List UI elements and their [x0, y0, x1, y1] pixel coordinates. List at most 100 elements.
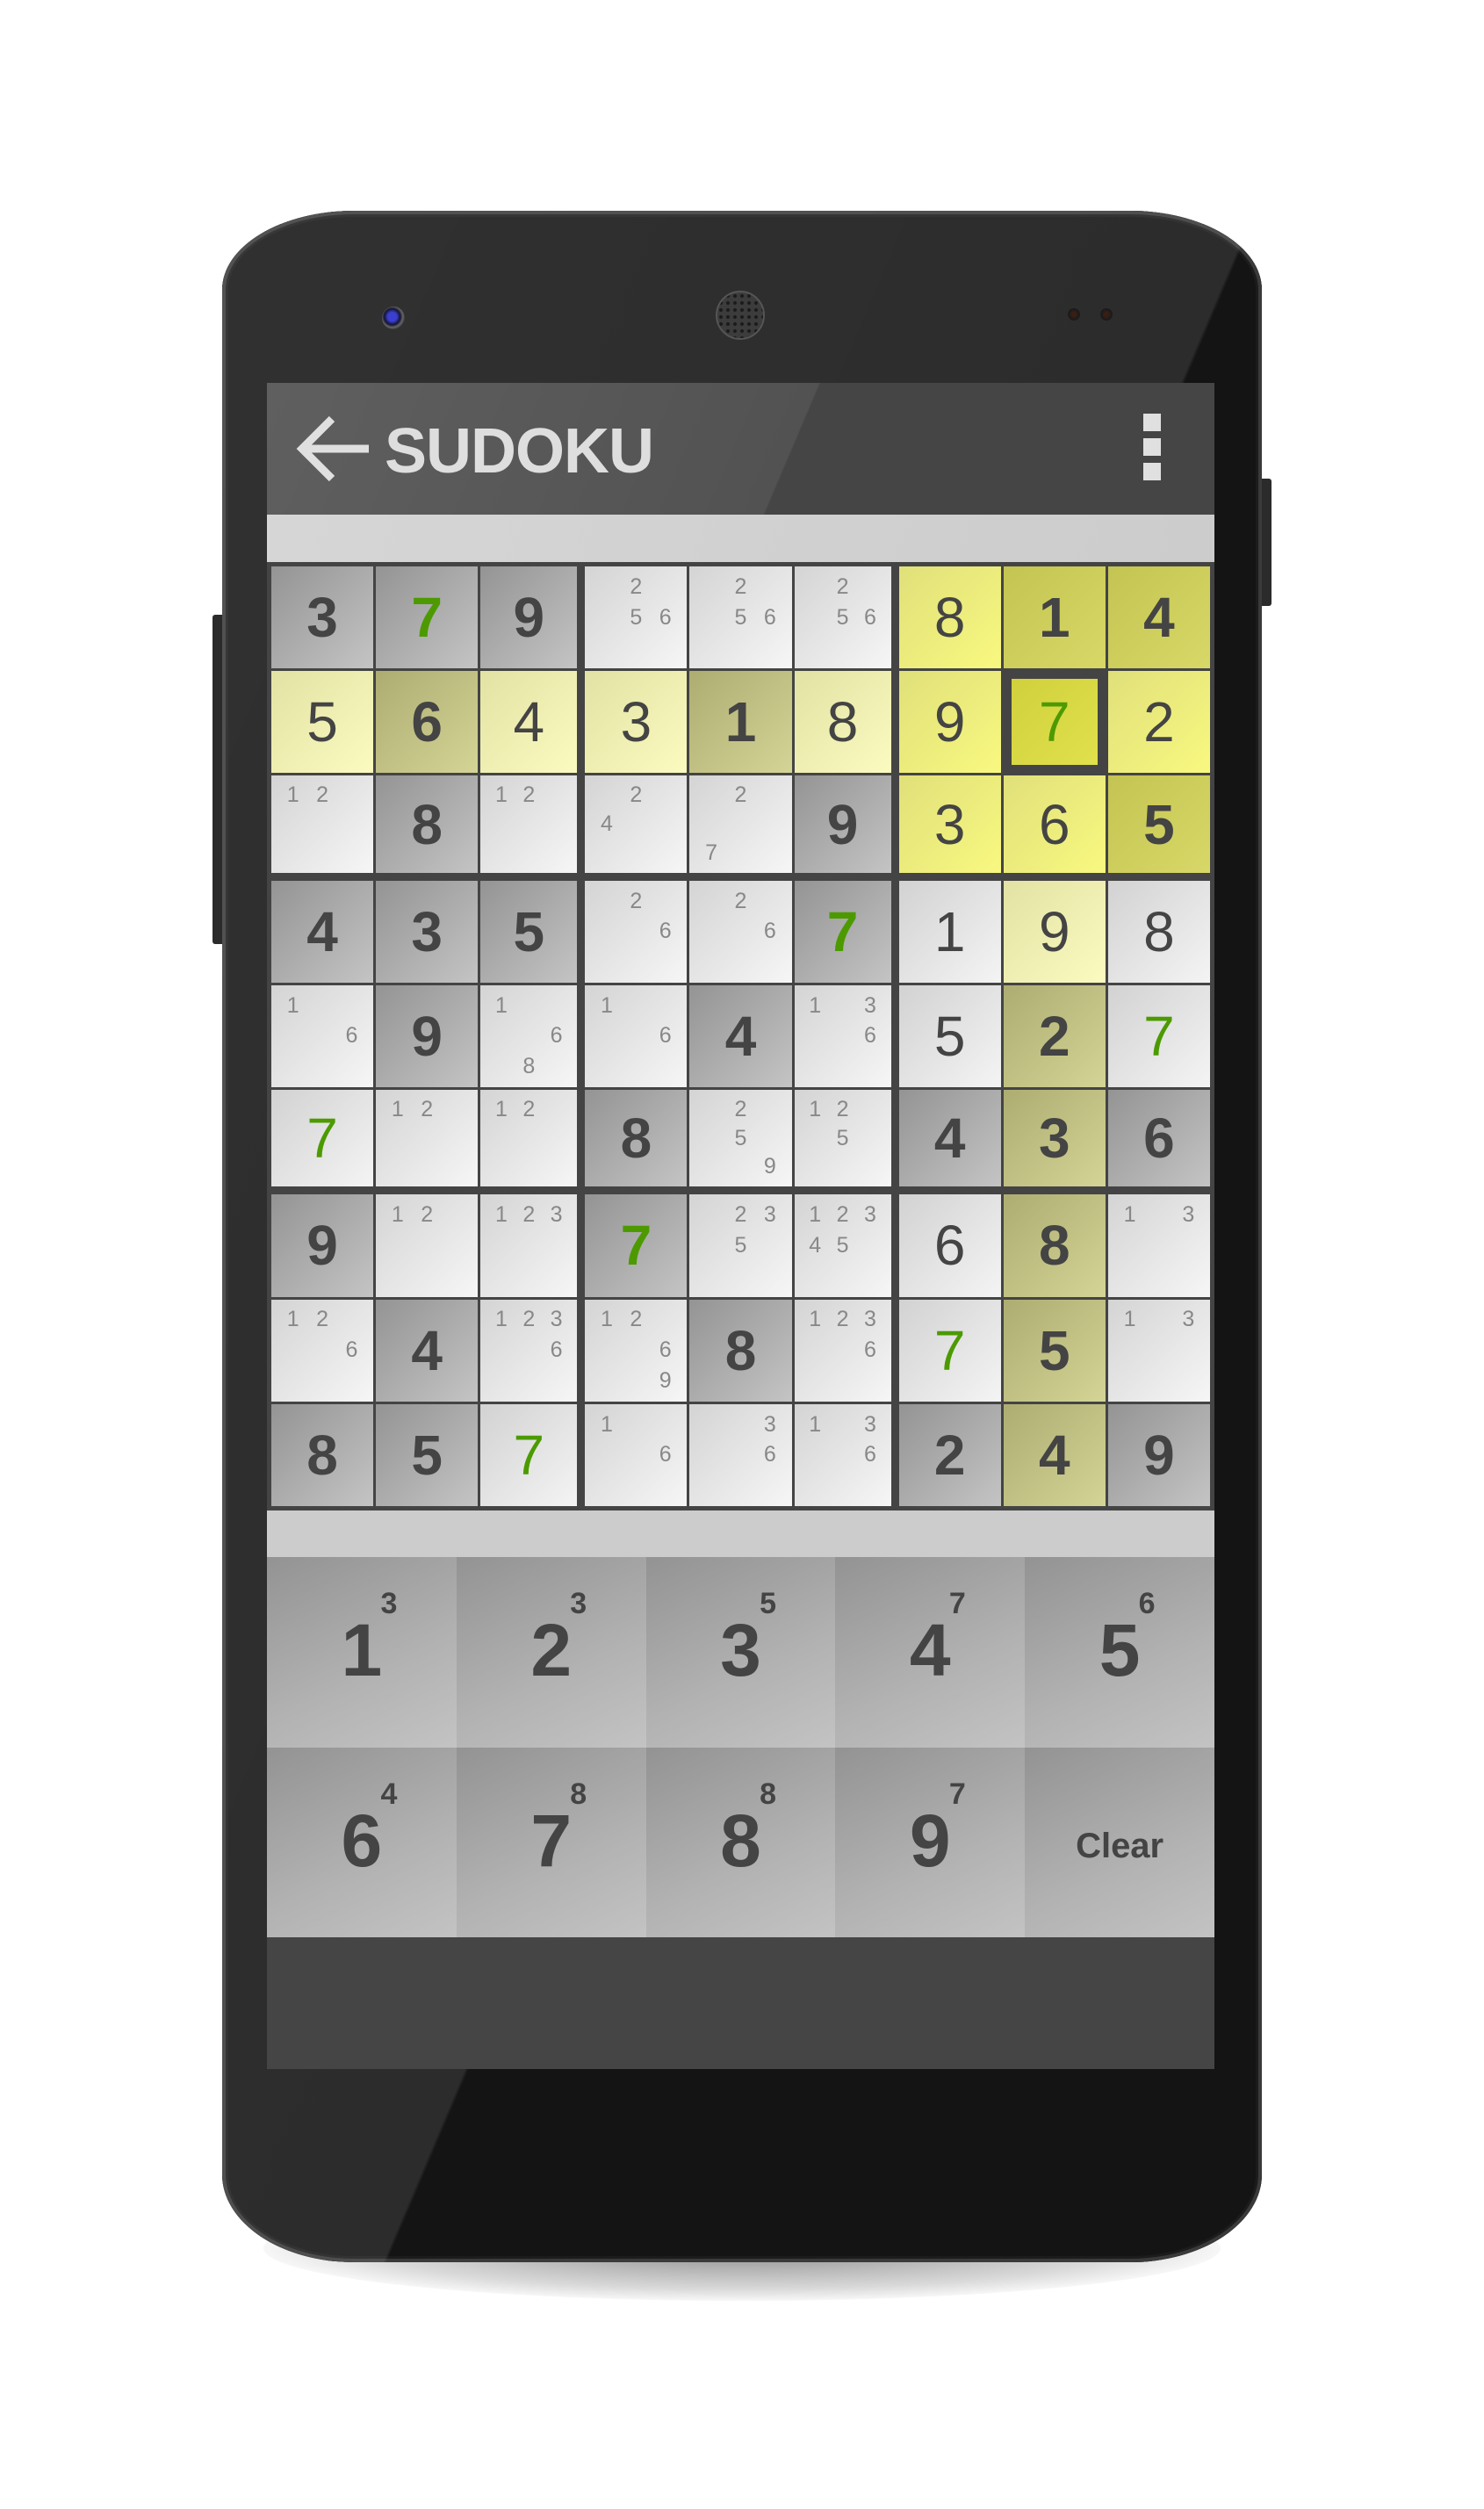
sudoku-cell-r8c5[interactable]: 8 [689, 1299, 792, 1402]
pencil-mark: 1 [494, 782, 508, 808]
sudoku-cell-r6c7[interactable]: 4 [898, 1090, 1001, 1187]
sudoku-cell-r7c2[interactable]: 12 [376, 1194, 479, 1297]
key-9[interactable]: 97 [835, 1747, 1026, 1937]
sudoku-cell-r9c8[interactable]: 4 [1003, 1403, 1106, 1506]
pencil-mark [755, 886, 784, 917]
pencil-mark [592, 886, 621, 917]
sudoku-cell-r3c9[interactable]: 5 [1107, 775, 1210, 873]
sudoku-cell-r6c4[interactable]: 8 [585, 1090, 688, 1187]
sudoku-cell-r6c2[interactable]: 12 [376, 1090, 479, 1187]
sudoku-cell-r8c9[interactable]: 13 [1107, 1299, 1210, 1402]
sudoku-cell-r9c9[interactable]: 9 [1107, 1403, 1210, 1506]
sudoku-cell-r7c1[interactable]: 9 [271, 1194, 374, 1297]
sudoku-cell-r1c6[interactable]: 2 56 [794, 566, 891, 669]
key-2[interactable]: 23 [456, 1557, 646, 1748]
key-3[interactable]: 35 [645, 1557, 836, 1748]
sudoku-cell-r6c3[interactable]: 12 [480, 1090, 578, 1187]
sudoku-cell-r6c9[interactable]: 6 [1107, 1090, 1210, 1187]
sudoku-cell-r3c4[interactable]: 24 [585, 775, 688, 873]
key-1[interactable]: 13 [267, 1557, 457, 1748]
app-screen: SUDOKU 379256256256814564318972128122427… [267, 383, 1214, 2069]
sudoku-cell-r7c6[interactable]: 123 45 [794, 1194, 891, 1297]
sudoku-cell-r8c3[interactable]: 123 6 [480, 1299, 578, 1402]
sudoku-cell-r5c8[interactable]: 2 [1003, 984, 1106, 1088]
sudoku-cell-r9c1[interactable]: 8 [271, 1403, 374, 1506]
sudoku-cell-r5c7[interactable]: 5 [898, 984, 1001, 1088]
sudoku-cell-r2c4[interactable]: 3 [585, 671, 688, 774]
sudoku-cell-r5c5[interactable]: 4 [689, 984, 792, 1088]
sudoku-cell-r2c7[interactable]: 9 [898, 671, 1001, 774]
sudoku-cell-r5c2[interactable]: 9 [376, 984, 479, 1088]
sudoku-cell-r5c3[interactable]: 1 68 [480, 984, 578, 1088]
sudoku-cell-r5c1[interactable]: 16 [271, 984, 374, 1088]
pencil-mark: 5 [836, 1125, 849, 1150]
sudoku-cell-r1c8[interactable]: 1 [1003, 566, 1106, 669]
pencil-mark [622, 1470, 651, 1501]
sudoku-cell-r9c6[interactable]: 1 3 6 [794, 1403, 891, 1506]
sudoku-cell-r2c1[interactable]: 5 [271, 671, 374, 774]
sudoku-cell-r7c5[interactable]: 235 [689, 1194, 792, 1297]
key-8[interactable]: 88 [645, 1747, 836, 1937]
key-4[interactable]: 47 [835, 1557, 1026, 1748]
sudoku-cell-r8c8[interactable]: 5 [1003, 1299, 1106, 1402]
sudoku-cell-r6c5[interactable]: 2 59 [689, 1090, 792, 1187]
sudoku-cell-r7c7[interactable]: 6 [898, 1194, 1001, 1297]
sudoku-cell-r1c1[interactable]: 3 [271, 566, 374, 669]
sudoku-cell-r4c8[interactable]: 9 [1003, 880, 1106, 983]
sudoku-cell-r4c2[interactable]: 3 [376, 880, 479, 983]
sudoku-cell-r8c2[interactable]: 4 [376, 1299, 479, 1402]
sudoku-cell-r9c4[interactable]: 16 [585, 1403, 688, 1506]
sudoku-cell-r9c7[interactable]: 2 [898, 1403, 1001, 1506]
sudoku-cell-r4c6[interactable]: 7 [794, 880, 891, 983]
sudoku-cell-r2c3[interactable]: 4 [480, 671, 578, 774]
sudoku-cell-r4c4[interactable]: 26 [585, 880, 688, 983]
sudoku-cell-r3c6[interactable]: 9 [794, 775, 891, 873]
sudoku-cell-r8c7[interactable]: 7 [898, 1299, 1001, 1402]
sudoku-cell-r1c7[interactable]: 8 [898, 566, 1001, 669]
sudoku-cell-r4c3[interactable]: 5 [480, 880, 578, 983]
pencil-mark [412, 1153, 441, 1182]
sudoku-cell-r4c5[interactable]: 26 [689, 880, 792, 983]
clear-button[interactable]: Clear [1025, 1747, 1214, 1937]
sudoku-cell-r7c8[interactable]: 8 [1003, 1194, 1106, 1297]
sudoku-cell-r8c1[interactable]: 126 [271, 1299, 374, 1402]
sudoku-cell-r3c3[interactable]: 12 [480, 775, 578, 873]
sudoku-cell-r5c9[interactable]: 7 [1107, 984, 1210, 1088]
sudoku-cell-r3c2[interactable]: 8 [376, 775, 479, 873]
sudoku-cell-r2c6[interactable]: 8 [794, 671, 891, 774]
sudoku-cell-r2c9[interactable]: 2 [1107, 671, 1210, 774]
sudoku-cell-r1c3[interactable]: 9 [480, 566, 578, 669]
back-button[interactable] [293, 414, 372, 484]
sudoku-cell-r6c6[interactable]: 12 5 [794, 1090, 891, 1187]
sudoku-cell-r7c9[interactable]: 13 [1107, 1194, 1210, 1297]
sudoku-cell-r3c8[interactable]: 6 [1003, 775, 1106, 873]
key-6[interactable]: 64 [267, 1747, 457, 1937]
sudoku-cell-r5c4[interactable]: 16 [585, 984, 688, 1088]
sudoku-cell-r8c4[interactable]: 126 9 [585, 1299, 688, 1402]
sudoku-cell-r3c5[interactable]: 27 [689, 775, 792, 873]
sudoku-cell-r6c1[interactable]: 7 [271, 1090, 374, 1187]
sudoku-cell-r4c7[interactable]: 1 [898, 880, 1001, 983]
sudoku-cell-r9c2[interactable]: 5 [376, 1403, 479, 1506]
sudoku-cell-r2c5[interactable]: 1 [689, 671, 792, 774]
sudoku-cell-r2c8[interactable]: 7 [1003, 671, 1106, 774]
key-7[interactable]: 78 [456, 1747, 646, 1937]
key-5[interactable]: 56 [1025, 1557, 1214, 1748]
sudoku-cell-r1c2[interactable]: 7 [376, 566, 479, 669]
sudoku-cell-r1c9[interactable]: 4 [1107, 566, 1210, 669]
sudoku-cell-r7c3[interactable]: 123 [480, 1194, 578, 1297]
sudoku-cell-r7c4[interactable]: 7 [585, 1194, 688, 1297]
sudoku-cell-r1c5[interactable]: 2 56 [689, 566, 792, 669]
sudoku-cell-r1c4[interactable]: 2 56 [585, 566, 688, 669]
overflow-menu-button[interactable] [1136, 414, 1171, 487]
sudoku-cell-r4c1[interactable]: 4 [271, 880, 374, 983]
sudoku-cell-r9c5[interactable]: 36 [689, 1403, 792, 1506]
sudoku-cell-r4c9[interactable]: 8 [1107, 880, 1210, 983]
sudoku-cell-r8c6[interactable]: 123 6 [794, 1299, 891, 1402]
sudoku-cell-r2c2[interactable]: 6 [376, 671, 479, 774]
sudoku-cell-r6c8[interactable]: 3 [1003, 1090, 1106, 1187]
sudoku-cell-r3c7[interactable]: 3 [898, 775, 1001, 873]
sudoku-cell-r3c1[interactable]: 12 [271, 775, 374, 873]
sudoku-cell-r5c6[interactable]: 1 3 6 [794, 984, 891, 1088]
sudoku-cell-r9c3[interactable]: 7 [480, 1403, 578, 1506]
